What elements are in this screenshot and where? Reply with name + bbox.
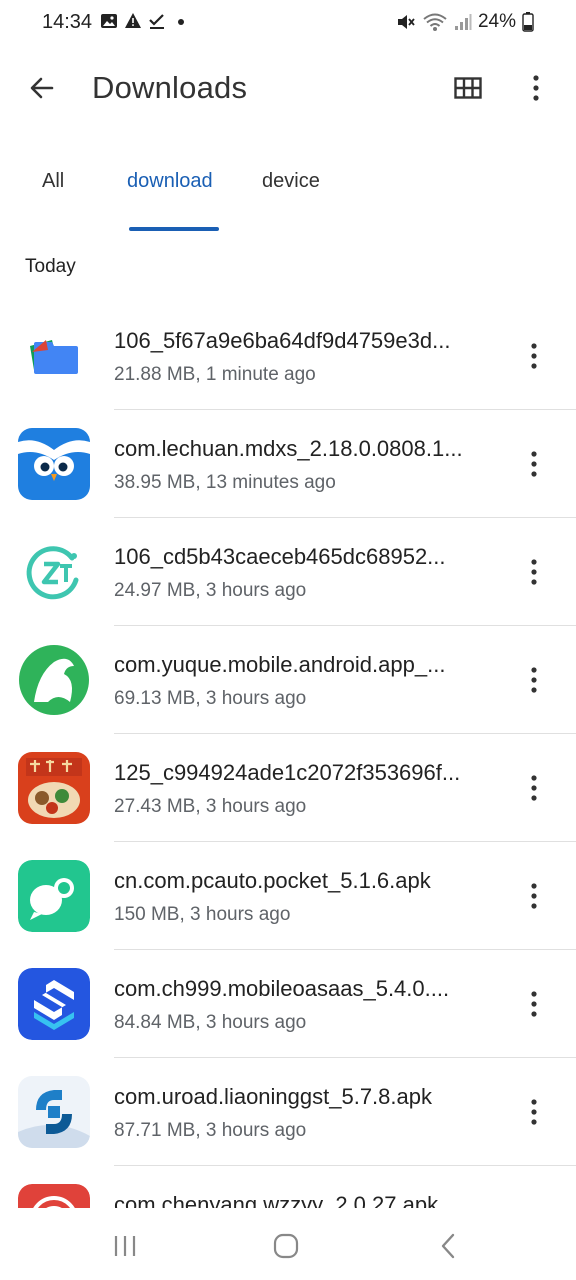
item-menu-button[interactable] <box>514 552 554 592</box>
signal-icon <box>454 14 472 30</box>
wifi-icon <box>423 13 447 31</box>
tab-download[interactable]: download <box>127 170 213 193</box>
file-name: com.yuque.mobile.android.app_... <box>114 652 446 677</box>
app-bar: Downloads <box>0 50 576 126</box>
zt-app-icon <box>18 536 90 608</box>
arrow-left-icon <box>30 77 54 99</box>
list-item[interactable]: com.chenyang.wzzyy_2.0.27.apk <box>0 1166 576 1208</box>
file-meta: 84.84 MB, 3 hours ago <box>114 1012 307 1033</box>
file-name: 106_cd5b43caeceb465dc68952... <box>114 544 446 569</box>
more-vert-icon <box>533 75 539 101</box>
file-meta: 21.88 MB, 1 minute ago <box>114 364 316 385</box>
item-menu-button[interactable] <box>514 1092 554 1132</box>
pcauto-chat-app-icon <box>18 860 90 932</box>
grid-view-icon <box>454 77 482 99</box>
file-meta: 38.95 MB, 13 minutes ago <box>114 472 336 493</box>
home-icon <box>273 1233 299 1259</box>
warning-icon <box>125 13 141 28</box>
nav-back-button[interactable] <box>428 1226 468 1266</box>
list-item[interactable]: 125_c994924ade1c2072f353696f... 27.43 MB… <box>0 734 576 842</box>
list-item[interactable]: 106_5f67a9e6ba64df9d4759e3d... 21.88 MB,… <box>0 302 576 410</box>
notification-icons <box>100 12 190 30</box>
item-menu-button[interactable] <box>514 876 554 916</box>
more-vert-icon <box>531 451 537 477</box>
file-name: com.chenyang.wzzyy_2.0.27.apk <box>114 1192 439 1208</box>
tab-device[interactable]: device <box>262 170 320 193</box>
item-menu-button[interactable] <box>514 984 554 1024</box>
home-cooking-app-icon <box>18 752 90 824</box>
list-item[interactable]: com.yuque.mobile.android.app_... 69.13 M… <box>0 626 576 734</box>
system-nav-bar <box>0 1208 576 1280</box>
tab-all[interactable]: All <box>42 170 64 193</box>
tab-bar: All download device <box>0 150 576 234</box>
file-name: com.ch999.mobileoasaas_5.4.0.... <box>114 976 450 1001</box>
mute-icon <box>397 15 415 29</box>
more-vert-icon <box>531 775 537 801</box>
file-name: com.uroad.liaoninggst_5.7.8.apk <box>114 1084 432 1109</box>
file-name: 106_5f67a9e6ba64df9d4759e3d... <box>114 328 451 353</box>
more-vert-icon <box>531 343 537 369</box>
recents-button[interactable] <box>105 1226 145 1266</box>
status-right: 24% <box>396 11 534 33</box>
list-item[interactable]: cn.com.pcauto.pocket_5.1.6.apk 150 MB, 3… <box>0 842 576 950</box>
files-app-icon <box>18 320 90 392</box>
dot-icon <box>178 19 184 25</box>
yuque-bird-app-icon <box>18 644 90 716</box>
back-button[interactable] <box>22 68 62 108</box>
file-meta: 27.43 MB, 3 hours ago <box>114 796 307 817</box>
file-list: 106_5f67a9e6ba64df9d4759e3d... 21.88 MB,… <box>0 302 576 1208</box>
more-vert-icon <box>531 667 537 693</box>
recents-icon <box>114 1236 136 1256</box>
item-menu-button[interactable] <box>514 660 554 700</box>
tab-indicator <box>129 227 219 231</box>
file-meta: 24.97 MB, 3 hours ago <box>114 580 307 601</box>
list-item[interactable]: com.lechuan.mdxs_2.18.0.0808.1... 38.95 … <box>0 410 576 518</box>
file-name: com.lechuan.mdxs_2.18.0.0808.1... <box>114 436 463 461</box>
more-vert-icon <box>531 559 537 585</box>
more-vert-icon <box>531 991 537 1017</box>
section-header: Today <box>25 256 76 277</box>
check-icon <box>149 14 164 29</box>
owl-book-app-icon <box>18 428 90 500</box>
item-menu-button[interactable] <box>514 444 554 484</box>
home-button[interactable] <box>266 1226 306 1266</box>
status-bar: 14:34 24% <box>0 0 576 46</box>
file-meta: 150 MB, 3 hours ago <box>114 904 291 925</box>
ch999-app-icon <box>18 968 90 1040</box>
image-icon <box>101 14 117 28</box>
file-meta: 69.13 MB, 3 hours ago <box>114 688 307 709</box>
more-vert-icon <box>531 883 537 909</box>
status-time: 14:34 <box>42 11 93 33</box>
grid-view-button[interactable] <box>448 68 488 108</box>
file-name: cn.com.pcauto.pocket_5.1.6.apk <box>114 868 431 893</box>
item-menu-button[interactable] <box>514 336 554 376</box>
battery-percent: 24% <box>477 11 516 32</box>
list-item[interactable]: com.uroad.liaoninggst_5.7.8.apk 87.71 MB… <box>0 1058 576 1166</box>
file-name: 125_c994924ade1c2072f353696f... <box>114 760 461 785</box>
battery-icon <box>522 12 534 32</box>
red-app-icon <box>18 1184 90 1208</box>
list-item[interactable]: com.ch999.mobileoasaas_5.4.0.... 84.84 M… <box>0 950 576 1058</box>
more-vert-icon <box>531 1099 537 1125</box>
item-menu-button[interactable] <box>514 768 554 808</box>
more-options-button[interactable] <box>516 68 556 108</box>
page-title: Downloads <box>92 70 248 105</box>
chevron-left-icon <box>441 1233 455 1259</box>
uroad-app-icon <box>18 1076 90 1148</box>
list-item[interactable]: 106_cd5b43caeceb465dc68952... 24.97 MB, … <box>0 518 576 626</box>
file-meta: 87.71 MB, 3 hours ago <box>114 1120 307 1141</box>
